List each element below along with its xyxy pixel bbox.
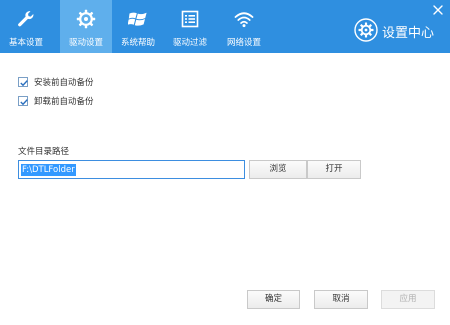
tab-driver-filter[interactable]: 驱动过滤 [164, 0, 216, 53]
option-label: 安装前自动备份 [34, 78, 94, 88]
cancel-button[interactable]: 取消 [314, 290, 368, 309]
tab-basic-settings[interactable]: 基本设置 [0, 0, 52, 53]
path-value: F:\DTLFolder [21, 164, 76, 176]
windows-icon [128, 12, 147, 26]
gear-icon [76, 9, 96, 29]
browse-button[interactable]: 浏览 [249, 160, 307, 179]
apply-button[interactable]: 应用 [381, 290, 435, 309]
tab-label: 驱动设置 [68, 38, 103, 48]
gear-icon [354, 18, 378, 42]
path-label: 文件目录路径 [18, 147, 70, 157]
list-icon [181, 10, 199, 28]
settings-center-title: 设置中心 [354, 18, 438, 44]
ok-button[interactable]: 确定 [247, 290, 300, 309]
tab-label: 系统帮助 [120, 38, 155, 48]
wifi-icon [234, 12, 254, 28]
checkbox[interactable] [18, 96, 28, 106]
check-icon [20, 99, 28, 106]
tab-label: 网络设置 [226, 38, 261, 48]
header-bar: 基本设置 驱动设置 系统帮助 驱动过滤 网络设置 设置中心 [0, 0, 450, 53]
tab-label: 基本设置 [8, 38, 43, 48]
option-label: 卸载前自动备份 [34, 97, 94, 107]
wrench-icon [18, 11, 34, 27]
settings-center-label: 设置中心 [382, 26, 435, 41]
tab-driver-settings[interactable]: 驱动设置 [60, 0, 112, 53]
tab-system-help[interactable]: 系统帮助 [112, 0, 164, 53]
tab-network-settings[interactable]: 网络设置 [218, 0, 270, 53]
open-button[interactable]: 打开 [307, 160, 361, 179]
check-icon [20, 80, 28, 87]
checkbox[interactable] [18, 77, 28, 87]
path-input[interactable]: F:\DTLFolder [18, 160, 245, 179]
tab-label: 驱动过滤 [172, 38, 207, 48]
close-icon[interactable] [431, 3, 445, 17]
